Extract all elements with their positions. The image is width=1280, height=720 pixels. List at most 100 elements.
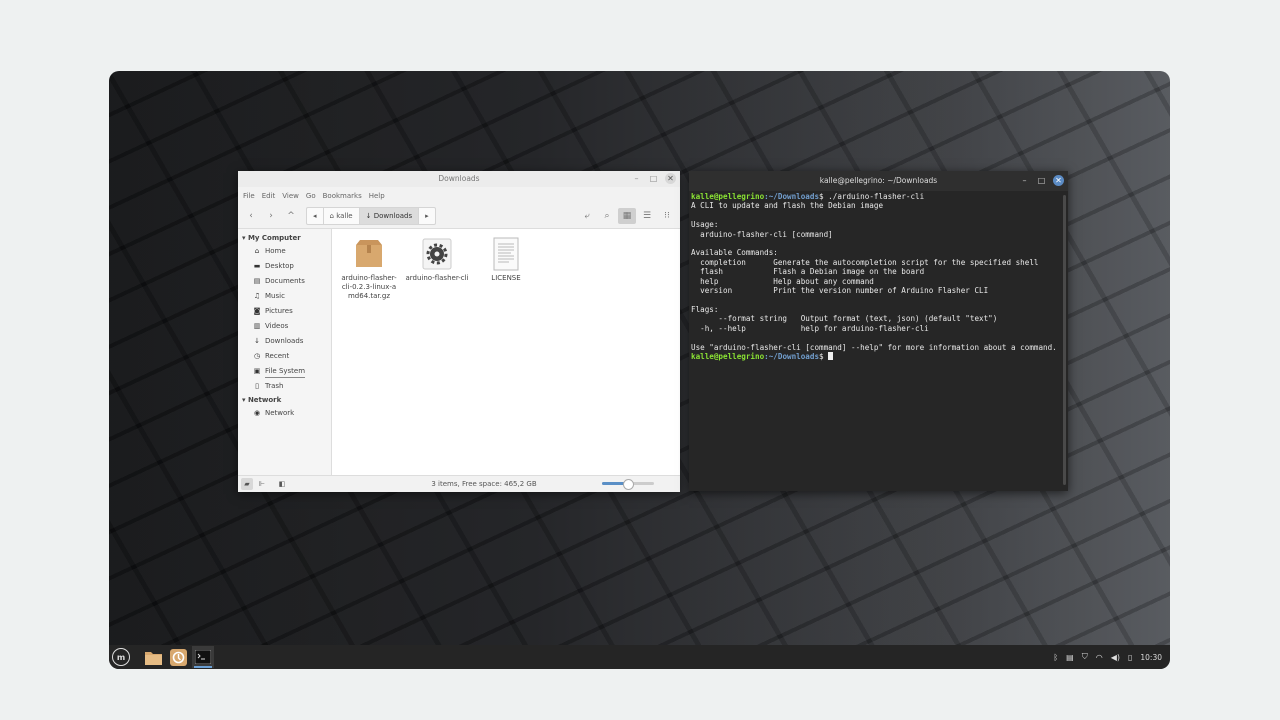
prompt-path: :~/Downloads (764, 192, 820, 201)
icon-view-icon[interactable]: ▦ (618, 208, 636, 224)
text-file-icon (493, 237, 519, 271)
terminal-titlebar[interactable]: kalle@pellegrino: ~/Downloads – □ ✕ (689, 171, 1068, 191)
desktop-icon: ▬ (253, 262, 261, 270)
command-output: A CLI to update and flash the Debian ima… (691, 201, 1057, 352)
sidebar-item-downloads[interactable]: ↓ Downloads (238, 334, 331, 349)
file-item[interactable]: LICENSE (473, 237, 539, 283)
breadcrumb-home-label: kalle (336, 212, 353, 220)
breadcrumb-left-arrow-icon[interactable]: ◂ (307, 208, 324, 224)
sidebar-item-home[interactable]: ⌂ Home (238, 244, 331, 259)
volume-icon[interactable]: ◀) (1111, 653, 1120, 662)
battery-icon[interactable]: ▯ (1128, 653, 1132, 662)
files-folder-icon (144, 651, 162, 665)
search-icon[interactable]: ⌕ (598, 208, 616, 224)
show-tree-icon[interactable]: ⊩ (256, 478, 268, 490)
documents-icon: ▤ (253, 277, 261, 285)
menu-help[interactable]: Help (369, 192, 385, 200)
command-text: ./arduino-flasher-cli (823, 192, 925, 201)
sidebar-item-file-system[interactable]: ▣ File System (238, 364, 331, 379)
sidebar-item-label: Videos (265, 322, 289, 330)
menu-go[interactable]: Go (306, 192, 316, 200)
download-icon: ↓ (365, 212, 374, 220)
archive-icon (356, 240, 382, 267)
toolbar: ‹ › ^ ◂ ⌂ kalle ↓ Downloads ▸ ⤶ ⌕ ▦ ☰ ⁝⁝ (238, 204, 680, 229)
menu-file[interactable]: File (243, 192, 255, 200)
sidebar-item-label: Pictures (265, 307, 293, 315)
toggle-location-icon[interactable]: ⤶ (578, 208, 596, 224)
file-manager-window: Downloads – □ ✕ File Edit View Go Bookma… (238, 171, 680, 492)
trash-icon: ▯ (255, 382, 259, 390)
terminal-launcher[interactable] (192, 646, 214, 668)
sidebar-item-documents[interactable]: ▤ Documents (238, 274, 331, 289)
sidebar-heading-network[interactable]: ▾ Network (238, 394, 331, 406)
shield-icon[interactable]: ⛉ (1082, 652, 1088, 662)
maximize-button[interactable]: □ (648, 173, 659, 184)
taskbar: m ᛒ ▤ ⛉ ◠ ◀) ▯ 10:30 (109, 645, 1170, 669)
breadcrumb-right-arrow-icon[interactable]: ▸ (419, 208, 435, 224)
file-name: arduino-flasher-cli (405, 274, 469, 282)
desktop: Downloads – □ ✕ File Edit View Go Bookma… (109, 71, 1170, 669)
terminal-icon (195, 650, 211, 664)
update-manager-launcher[interactable] (167, 646, 189, 668)
recent-icon: ◷ (253, 352, 261, 360)
sidebar-item-label: Documents (265, 277, 305, 285)
drive-icon: ▣ (253, 367, 261, 375)
window-title: Downloads (438, 174, 480, 183)
sidebar-item-desktop[interactable]: ▬ Desktop (238, 259, 331, 274)
sidebar-item-label: Recent (265, 352, 290, 360)
zoom-slider[interactable] (602, 479, 654, 490)
maximize-button[interactable]: □ (1036, 175, 1047, 186)
terminal-output[interactable]: kalle@pellegrino:~/Downloads$ ./arduino-… (689, 191, 1068, 362)
bluetooth-icon[interactable]: ᛒ (1053, 653, 1058, 662)
prompt-user: kalle@pellegrino (691, 192, 765, 201)
sidebar-item-label: Music (265, 292, 285, 300)
menu-bookmarks[interactable]: Bookmarks (323, 192, 362, 200)
back-icon[interactable]: ‹ (242, 208, 260, 224)
text-cursor (828, 351, 834, 360)
terminal-scrollbar[interactable] (1063, 195, 1066, 485)
breadcrumb-home[interactable]: ⌂ kalle (324, 208, 360, 224)
sidebar: ▾ My Computer ⌂ Home ▬ Desktop ▤ Documents … (238, 229, 332, 476)
prompt-symbol: $ (819, 351, 824, 361)
zoom-slider-handle[interactable] (623, 479, 634, 490)
show-places-icon[interactable]: ▰ (241, 478, 253, 490)
close-button[interactable]: ✕ (1053, 175, 1064, 186)
mint-menu-icon[interactable]: m (112, 648, 130, 666)
clock[interactable]: 10:30 (1140, 653, 1162, 662)
network-icon: ◉ (253, 409, 261, 417)
download-icon: ↓ (254, 337, 260, 345)
sidebar-item-label: File System (265, 366, 306, 378)
forward-icon[interactable]: › (262, 208, 280, 224)
file-name: LICENSE (491, 274, 521, 282)
file-view[interactable]: arduino-flasher-cli-0.2.3-linux-amd64.ta… (332, 229, 680, 476)
breadcrumb-downloads[interactable]: ↓ Downloads (359, 208, 420, 224)
file-manager-titlebar[interactable]: Downloads – □ ✕ (238, 171, 680, 187)
prompt-path: :~/Downloads (764, 351, 820, 361)
minimize-button[interactable]: – (1019, 175, 1030, 186)
clipboard-icon[interactable]: ▤ (1066, 653, 1074, 662)
list-view-icon[interactable]: ☰ (638, 208, 656, 224)
sidebar-item-network[interactable]: ◉ Network (238, 406, 331, 421)
wifi-icon[interactable]: ◠ (1096, 653, 1103, 662)
window-title: kalle@pellegrino: ~/Downloads (819, 176, 938, 185)
file-item[interactable]: arduino-flasher-cli-0.2.3-linux-amd64.ta… (336, 237, 402, 301)
sidebar-item-recent[interactable]: ◷ Recent (238, 349, 331, 364)
sidebar-item-music[interactable]: ♫ Music (238, 289, 331, 304)
menu-edit[interactable]: Edit (262, 192, 276, 200)
file-item[interactable]: arduino-flasher-cli (404, 237, 470, 283)
sidebar-heading-label: My Computer (247, 234, 301, 242)
close-button[interactable]: ✕ (665, 173, 676, 184)
files-launcher[interactable] (142, 646, 164, 668)
menu-view[interactable]: View (282, 192, 299, 200)
system-tray: ᛒ ▤ ⛉ ◠ ◀) ▯ 10:30 (1053, 645, 1162, 669)
sidebar-heading-my-computer[interactable]: ▾ My Computer (238, 232, 331, 244)
toggle-sidebar-icon[interactable]: ◧ (276, 478, 288, 490)
up-icon[interactable]: ^ (282, 208, 300, 224)
sidebar-item-trash[interactable]: ▯ Trash (238, 379, 331, 394)
minimize-button[interactable]: – (631, 173, 642, 184)
breadcrumb-downloads-label: Downloads (373, 212, 413, 220)
sidebar-item-videos[interactable]: ▥ Videos (238, 319, 331, 334)
sidebar-item-pictures[interactable]: ◙ Pictures (238, 304, 331, 319)
compact-view-icon[interactable]: ⁝⁝ (658, 208, 676, 224)
terminal-window: kalle@pellegrino: ~/Downloads – □ ✕ kall… (689, 171, 1068, 491)
